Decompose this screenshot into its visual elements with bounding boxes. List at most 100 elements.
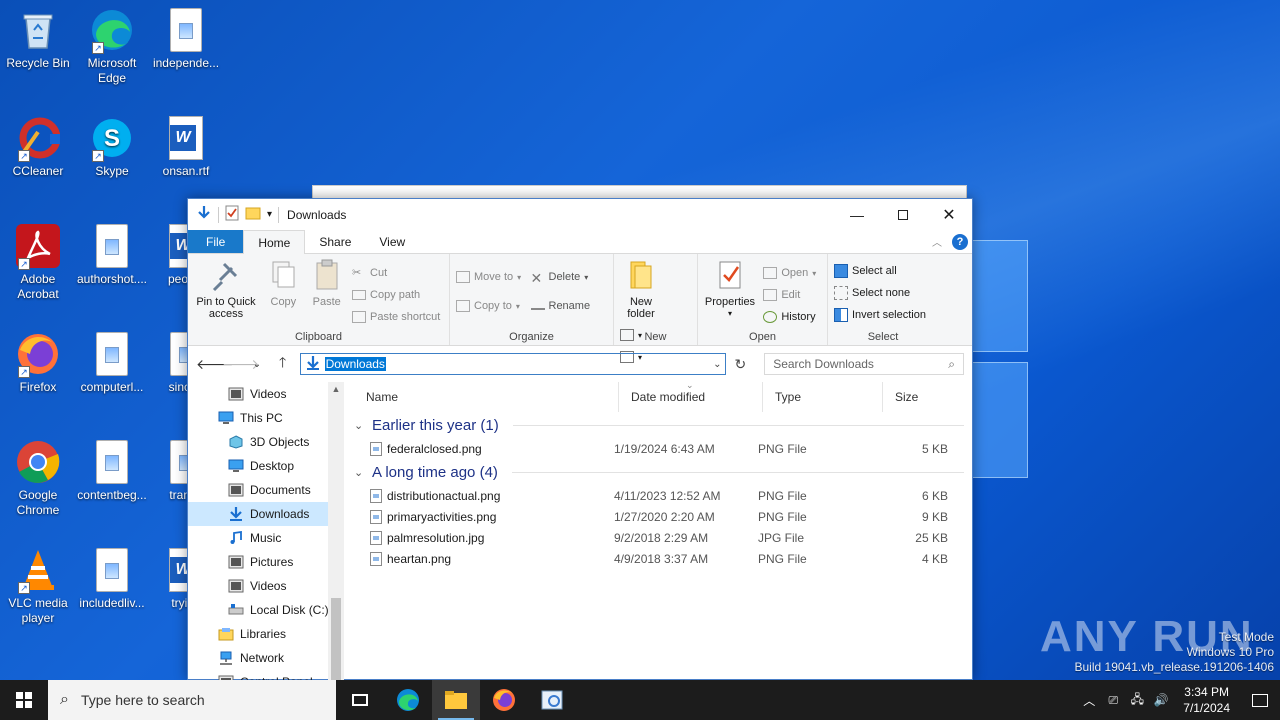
copy-to-button[interactable]: Copy to ▾ [456,292,521,320]
title-bar[interactable]: ▾ Downloads — ✕ [188,199,972,230]
nav-item-downloads[interactable]: Downloads [188,502,328,526]
taskbar-firefox[interactable] [480,680,528,720]
taskbar-search-box[interactable]: ⌕ Type here to search [48,680,336,720]
properties-quick-icon[interactable] [225,205,239,224]
tab-home[interactable]: Home [243,230,306,254]
new-folder-button[interactable]: New folder [620,258,662,320]
address-text[interactable]: Downloads [324,357,386,371]
image-file-icon [96,332,128,376]
action-center-button[interactable] [1240,693,1280,707]
chevron-down-icon[interactable]: ⌄ [354,419,366,432]
desktop-icon-vlc[interactable]: ↗ VLC media player [0,542,76,626]
file-explorer-window[interactable]: ▾ Downloads — ✕ File Home Share View ︿ ?… [187,198,973,699]
file-row[interactable]: federalclosed.png 1/19/2024 6:43 AM PNG Fi… [354,438,972,459]
recent-locations-chevron-icon[interactable]: ⌄ [248,359,266,370]
invert-selection-button[interactable]: Invert selection [834,304,926,326]
file-row[interactable]: palmresolution.jpg 9/2/2018 2:29 AM JPG Fi… [354,527,972,548]
new-folder-quick-icon[interactable] [245,206,261,223]
nav-item-libraries[interactable]: Libraries [188,622,328,646]
taskbar-file-explorer[interactable] [432,680,480,720]
desktop-icon-file[interactable]: independe... [148,2,224,71]
minimize-button[interactable]: — [834,200,880,230]
rename-button[interactable]: Rename [530,292,590,320]
desktop-icon-microsoft-edge[interactable]: ↗ Microsoft Edge [74,2,150,86]
desktop-icon-file[interactable]: authorshot.... [74,218,150,287]
taskbar-clock[interactable]: 3:34 PM 7/1/2024 [1173,684,1240,716]
file-row[interactable]: distributionactual.png 4/11/2023 12:52 AM… [354,485,972,506]
help-icon[interactable]: ? [952,233,968,250]
scroll-up-arrow-icon[interactable]: ▲ [328,384,344,394]
column-header-type[interactable]: Type [763,382,883,412]
tab-share[interactable]: Share [305,230,365,253]
volume-icon[interactable]: 🔊 [1149,693,1173,707]
column-header-size[interactable]: Size [883,382,955,412]
nav-item-network[interactable]: Network [188,646,328,670]
file-type: PNG File [758,488,807,503]
search-downloads-input[interactable]: Search Downloads ⌕ [764,353,964,375]
desktop-icon-adobe-acrobat[interactable]: ↗ Adobe Acrobat [0,218,76,302]
address-dropdown-chevron-icon[interactable]: ⌄ [713,359,721,370]
desktop-icon-recycle-bin[interactable]: Recycle Bin [0,2,76,71]
history-button[interactable]: History [763,306,816,328]
taskbar-app[interactable] [528,680,576,720]
desktop-icon-file[interactable]: includedliv... [74,542,150,611]
task-view-button[interactable] [336,680,384,720]
file-list[interactable]: Name Date modified Type Size ⌄ ⌄ Earlier … [344,380,972,699]
edit-button[interactable]: Edit [763,284,816,306]
nav-item-pictures[interactable]: Pictures [188,550,328,574]
collapse-ribbon-chevron-icon[interactable]: ︿ [932,234,942,249]
open-button[interactable]: Open ▾ [763,262,816,284]
image-file-icon [96,440,128,484]
network-icon[interactable]: 🖧 [1125,690,1149,711]
nav-item-music[interactable]: Music [188,526,328,550]
copy-button[interactable]: Copy [265,258,301,308]
tab-view[interactable]: View [365,230,419,253]
cut-button[interactable]: ✂ Cut [352,262,440,284]
copy-path-button[interactable]: Copy path [352,284,440,306]
delete-button[interactable]: ✕ Delete ▾ [531,262,591,292]
file-group-header[interactable]: ⌄ Earlier this year (1) [354,412,972,438]
chevron-down-icon[interactable]: ⌄ [354,466,366,479]
pin-to-quick-access-button[interactable]: Pin to Quick access [194,258,258,320]
maximize-button[interactable] [880,200,926,230]
desktop-icon-google-chrome[interactable]: Google Chrome [0,434,76,518]
refresh-icon[interactable]: ↻ [734,356,746,373]
file-row[interactable]: heartan.png 4/9/2018 3:37 AM PNG File 4 KB [354,548,972,569]
start-button[interactable] [0,680,48,720]
move-to-button[interactable]: Move to ▾ [456,262,521,292]
close-button[interactable]: ✕ [926,200,972,230]
forward-button[interactable]: 🡒 [222,356,260,373]
address-bar[interactable]: Downloads ⌄ [299,353,727,375]
nav-item-local-disk-c[interactable]: Local Disk (C:) [188,598,328,622]
up-button[interactable]: 🡑 [274,352,292,376]
desktop-icon-word-file[interactable]: W onsan.rtf [148,110,224,179]
desktop-icon-file[interactable]: contentbeg... [74,434,150,503]
desktop-icon-file[interactable]: computerl... [74,326,150,395]
nav-item-videos[interactable]: Videos [188,382,328,406]
tab-file[interactable]: File [188,230,244,253]
properties-button[interactable]: Properties ▾ [704,258,756,320]
taskbar-edge[interactable] [384,680,432,720]
file-group-header[interactable]: ⌄ A long time ago (4) [354,459,972,485]
nav-item-documents[interactable]: Documents [188,478,328,502]
chrome-icon [16,440,60,484]
select-all-button[interactable]: Select all [834,260,926,282]
paste-shortcut-button[interactable]: Paste shortcut [352,306,440,328]
desktop-icon-firefox[interactable]: ↗ Firefox [0,326,76,395]
nav-item-desktop[interactable]: Desktop [188,454,328,478]
back-button[interactable]: 🡐 [196,356,234,373]
nav-item-3d-objects[interactable]: 3D Objects [188,430,328,454]
nav-item-videos[interactable]: Videos [188,574,328,598]
meet-now-icon[interactable]: ⎚ [1101,693,1125,708]
select-none-button[interactable]: Select none [834,282,926,304]
file-row[interactable]: primaryactivities.png 1/27/2020 2:20 AM PN… [354,506,972,527]
customize-quick-access-chevron-icon[interactable]: ▾ [267,209,272,220]
show-hidden-icons-chevron-icon[interactable]: ︿ [1077,692,1101,709]
paste-button[interactable]: Paste [309,258,345,308]
desktop-icon-ccleaner[interactable]: ↗ CCleaner [0,110,76,179]
nav-item-this-pc[interactable]: This PC [188,406,328,430]
desktop-icon-skype[interactable]: S ↗ Skype [74,110,150,179]
navigation-scrollbar[interactable]: ▲ [328,382,344,699]
navigation-pane[interactable]: Videos This PC 3D Objects Desktop Documents D… [188,382,328,699]
column-header-name[interactable]: Name [354,382,619,412]
